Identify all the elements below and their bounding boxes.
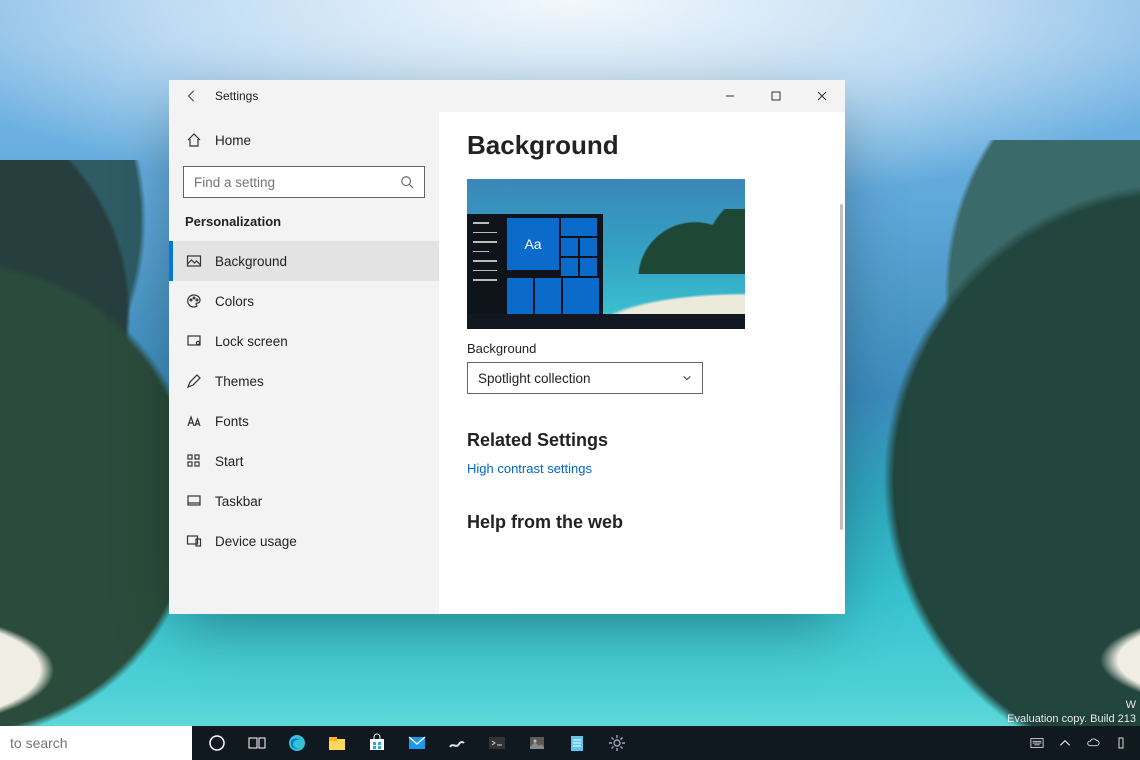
store-icon[interactable] [366, 732, 388, 754]
sidebar-item-label: Taskbar [215, 494, 262, 509]
sidebar-item-label: Colors [215, 294, 254, 309]
taskbar [0, 726, 1140, 760]
background-preview: Aa [467, 179, 745, 329]
background-dropdown-label: Background [467, 341, 817, 356]
background-dropdown[interactable]: Spotlight collection [467, 362, 703, 394]
palette-icon [185, 292, 203, 310]
lockscreen-icon [185, 332, 203, 350]
fonts-icon [185, 412, 203, 430]
dropdown-value: Spotlight collection [478, 371, 591, 386]
sidebar-item-label: Device usage [215, 534, 297, 549]
tray-overflow-icon[interactable] [1056, 734, 1074, 752]
sidebar-item-device-usage[interactable]: Device usage [169, 521, 439, 561]
high-contrast-link[interactable]: High contrast settings [467, 461, 592, 476]
watermark: W Evaluation copy. Build 213 [1007, 698, 1136, 726]
window-title: Settings [215, 89, 258, 103]
sidebar-item-label: Background [215, 254, 287, 269]
grid-icon [185, 452, 203, 470]
settings-taskbar-icon[interactable] [606, 732, 628, 754]
sidebar-item-themes[interactable]: Themes [169, 361, 439, 401]
cortana-icon[interactable] [206, 732, 228, 754]
system-tray [1018, 726, 1140, 760]
preview-tile-text: Aa [524, 236, 541, 252]
minimize-button[interactable] [707, 80, 753, 112]
sidebar-item-colors[interactable]: Colors [169, 281, 439, 321]
device-icon [185, 532, 203, 550]
photo-icon[interactable] [526, 732, 548, 754]
sidebar: Home Personalization Background [169, 112, 439, 614]
watermark-line: W [1007, 698, 1136, 712]
scrollbar-thumb[interactable] [840, 204, 843, 530]
help-from-web-header: Help from the web [467, 512, 817, 533]
picture-icon [185, 252, 203, 270]
taskbar-search-field[interactable] [10, 735, 191, 751]
preview-start-menu: Aa [467, 214, 603, 314]
sidebar-item-fonts[interactable]: Fonts [169, 401, 439, 441]
tray-unknown-icon[interactable] [1112, 734, 1130, 752]
back-button[interactable] [169, 80, 215, 112]
chevron-down-icon [682, 373, 692, 383]
related-settings-header: Related Settings [467, 430, 817, 451]
home-label: Home [215, 133, 251, 148]
edge-icon[interactable] [286, 732, 308, 754]
sidebar-item-label: Themes [215, 374, 264, 389]
page-title: Background [467, 130, 817, 161]
watermark-line: Evaluation copy. Build 213 [1007, 712, 1136, 726]
content-pane: Background [439, 112, 845, 614]
sidebar-item-start[interactable]: Start [169, 441, 439, 481]
sidebar-item-taskbar[interactable]: Taskbar [169, 481, 439, 521]
search-field[interactable] [194, 175, 400, 190]
whiteboard-icon[interactable] [446, 732, 468, 754]
explorer-icon[interactable] [326, 732, 348, 754]
terminal-icon[interactable] [486, 732, 508, 754]
sidebar-item-label: Lock screen [215, 334, 288, 349]
sidebar-item-lockscreen[interactable]: Lock screen [169, 321, 439, 361]
settings-window: Settings Home [169, 80, 845, 614]
search-input[interactable] [183, 166, 425, 198]
sidebar-item-label: Fonts [215, 414, 249, 429]
section-header: Personalization [169, 208, 439, 241]
notepad-icon[interactable] [566, 732, 588, 754]
close-button[interactable] [799, 80, 845, 112]
taskbar-search[interactable] [0, 726, 192, 760]
home-button[interactable]: Home [169, 120, 439, 160]
home-icon [185, 131, 203, 149]
titlebar: Settings [169, 80, 845, 112]
task-view-icon[interactable] [246, 732, 268, 754]
desktop: W Evaluation copy. Build 213 Settings [0, 0, 1140, 760]
maximize-button[interactable] [753, 80, 799, 112]
tray-input-indicator[interactable] [1028, 734, 1046, 752]
mail-icon[interactable] [406, 732, 428, 754]
taskbar-icon [185, 492, 203, 510]
search-icon [400, 175, 414, 189]
tray-onedrive-icon[interactable] [1084, 734, 1102, 752]
pencil-icon [185, 372, 203, 390]
sidebar-item-label: Start [215, 454, 244, 469]
sidebar-item-background[interactable]: Background [169, 241, 439, 281]
